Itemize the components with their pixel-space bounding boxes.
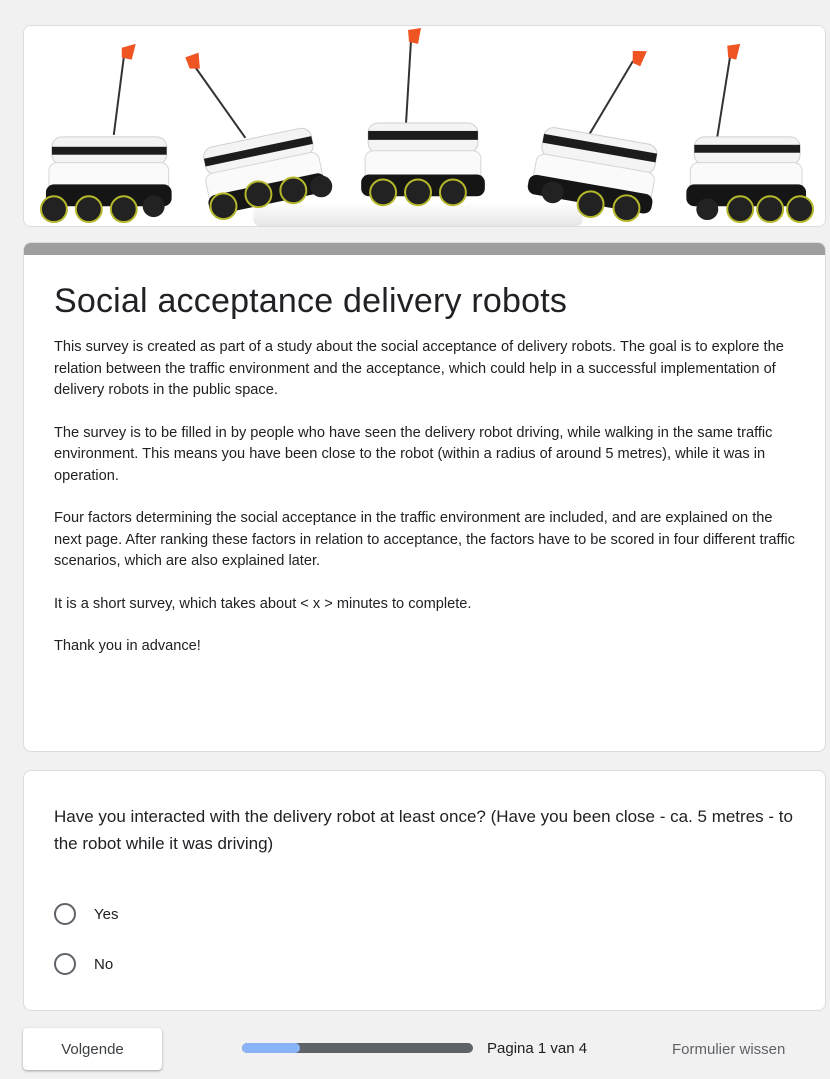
- next-button[interactable]: Volgende: [23, 1028, 162, 1070]
- radio-group: Yes No: [54, 889, 795, 989]
- form-footer: Volgende Pagina 1 van 4 Formulier wissen: [0, 1026, 830, 1074]
- clear-form-button[interactable]: Formulier wissen: [672, 1041, 785, 1058]
- page-indicator: Pagina 1 van 4: [487, 1040, 588, 1057]
- header-banner-image: [23, 25, 826, 227]
- question-text: Have you interacted with the delivery ro…: [54, 807, 793, 853]
- option-no[interactable]: No: [54, 939, 795, 989]
- form-title: Social acceptance delivery robots: [54, 282, 568, 320]
- description-paragraph: This survey is created as part of a stud…: [54, 339, 784, 398]
- progress-bar: [242, 1043, 473, 1053]
- option-label: Yes: [94, 905, 119, 923]
- delivery-robots-banner-icon: [24, 26, 825, 226]
- radio-button-yes[interactable]: [54, 903, 76, 925]
- option-label: No: [94, 955, 114, 973]
- form-title-card: Social acceptance delivery robots This s…: [23, 242, 826, 752]
- form-description: This survey is created as part of a stud…: [24, 321, 825, 658]
- description-paragraph: The survey is to be filled in by people …: [54, 424, 773, 484]
- title-accent-bar: [24, 243, 825, 255]
- radio-button-no[interactable]: [54, 953, 76, 975]
- question-card: Have you interacted with the delivery ro…: [23, 770, 826, 1011]
- description-paragraph: Four factors determining the social acce…: [54, 510, 795, 569]
- description-paragraph: It is a short survey, which takes about …: [54, 595, 472, 612]
- progress-bar-fill: [242, 1043, 300, 1053]
- option-yes[interactable]: Yes: [54, 889, 795, 939]
- description-paragraph: Thank you in advance!: [54, 638, 201, 654]
